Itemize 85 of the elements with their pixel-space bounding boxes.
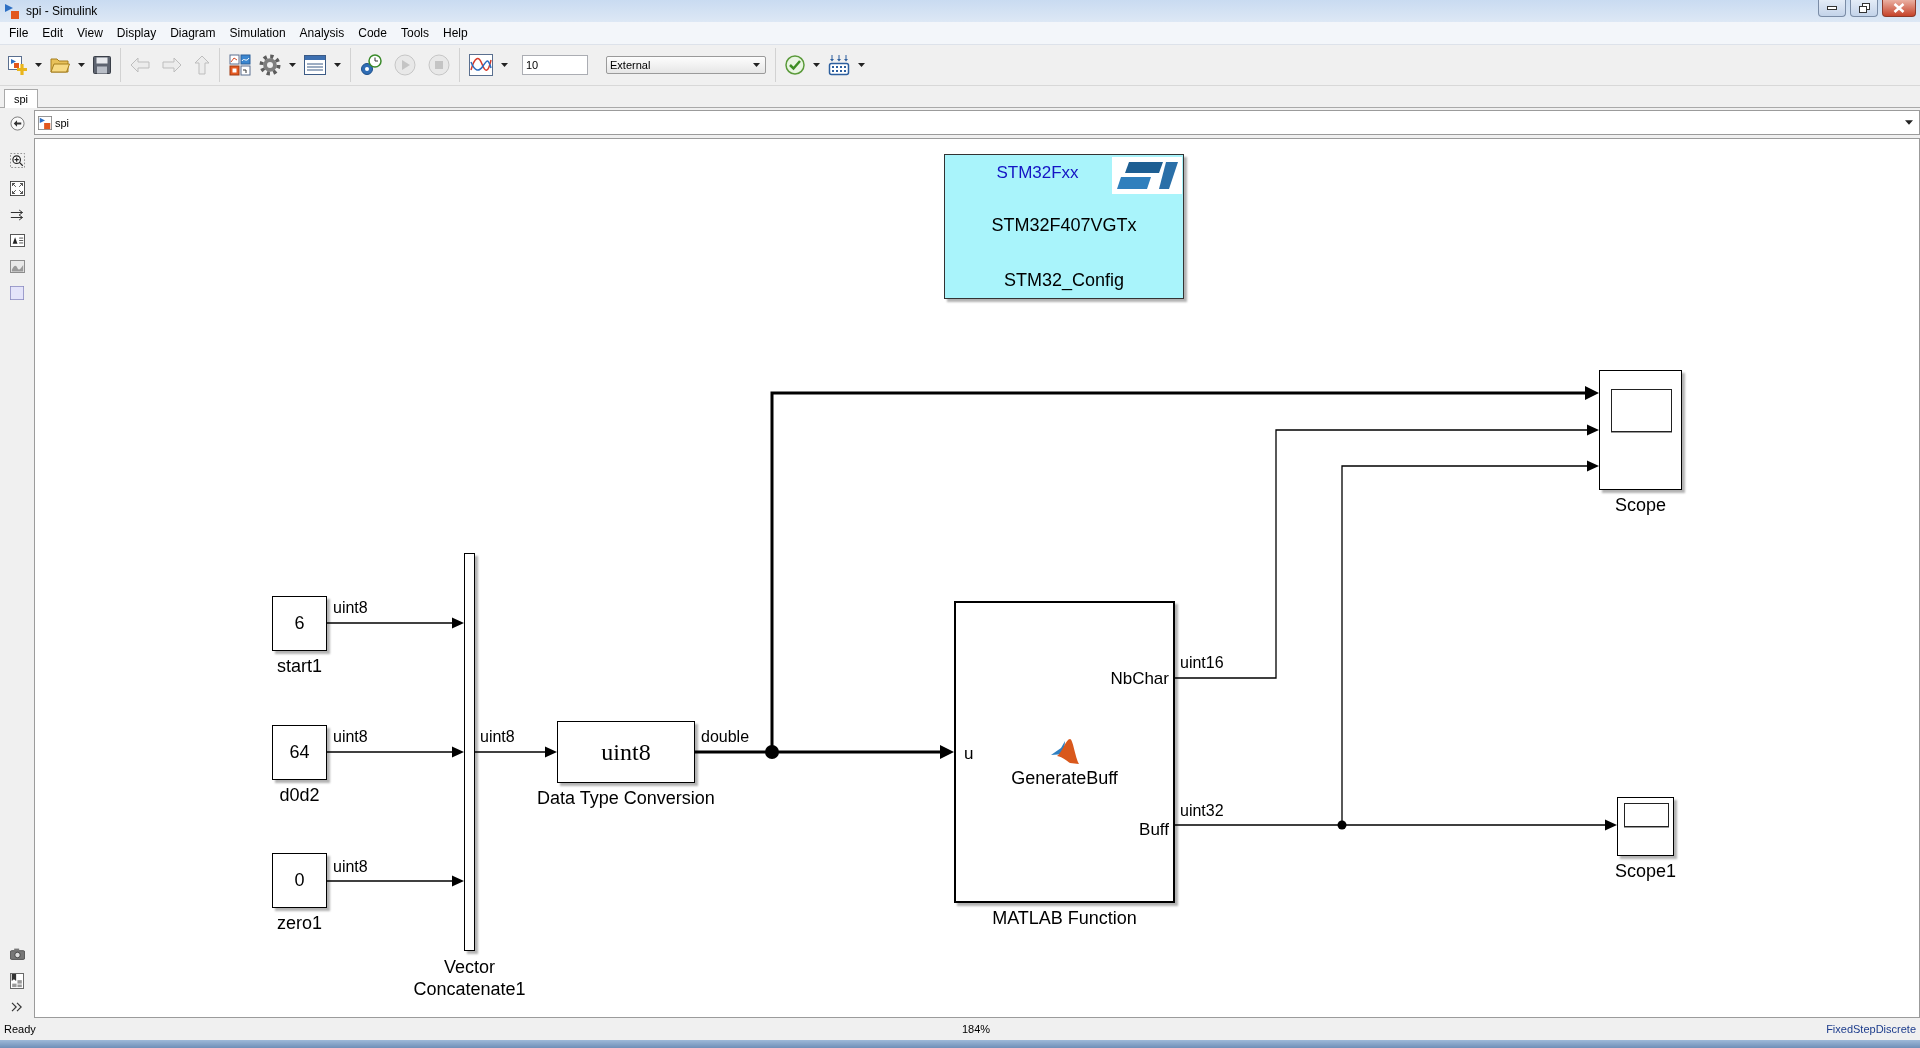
text-box-icon[interactable]: [9, 234, 25, 247]
solver-link[interactable]: FixedStepDiscrete: [1826, 1023, 1916, 1035]
menu-item[interactable]: Analysis: [292, 24, 352, 42]
signal-label: uint8: [333, 599, 368, 617]
clock-icon[interactable]: [360, 54, 382, 76]
restore-icon: [1858, 3, 1870, 13]
restore-button[interactable]: [1850, 0, 1878, 17]
signal-label: uint8: [333, 858, 368, 876]
stop-time-field[interactable]: 10: [522, 55, 588, 75]
port-label: u: [964, 744, 974, 764]
block-name: Scope: [1615, 495, 1666, 516]
save-icon[interactable]: [93, 56, 111, 74]
library-icon[interactable]: [229, 54, 251, 76]
model-icon: [38, 115, 52, 130]
constant-block: 64: [272, 725, 327, 780]
model-icon: [4, 3, 20, 19]
signal-label: uint8: [333, 728, 368, 746]
family-label: STM32Fxx: [995, 163, 1080, 183]
caret-icon[interactable]: [813, 63, 820, 67]
image-icon[interactable]: [9, 260, 25, 273]
back-icon[interactable]: [9, 115, 25, 131]
camera-icon[interactable]: [9, 948, 25, 960]
membrane-icon: [1049, 737, 1080, 766]
fit-view-icon[interactable]: [9, 181, 25, 196]
folder-icon[interactable]: [50, 57, 70, 73]
constant-block: 0: [272, 853, 327, 908]
close-button[interactable]: [1882, 0, 1916, 17]
chart-icon[interactable]: [469, 54, 493, 76]
caret-icon: [753, 63, 760, 67]
block-name: Data Type Conversion: [537, 788, 715, 809]
block-name: STM32_Config: [1003, 270, 1125, 291]
address-bar[interactable]: spi: [34, 110, 1920, 135]
menu-item[interactable]: Tools: [393, 24, 436, 42]
block-name: Scope1: [1614, 861, 1677, 882]
caret-icon[interactable]: [334, 63, 341, 67]
signal-label: uint8: [480, 728, 515, 746]
caret-icon[interactable]: [35, 63, 42, 67]
menu-item[interactable]: Edit: [35, 24, 71, 42]
minimize-button[interactable]: [1818, 0, 1846, 17]
breadcrumb-link[interactable]: spi: [55, 116, 70, 129]
caret-icon[interactable]: [858, 63, 865, 67]
menu-item[interactable]: Help: [435, 24, 475, 42]
close-icon: [1893, 3, 1905, 13]
function-title: GenerateBuff: [1011, 767, 1118, 789]
menu-item[interactable]: View: [70, 24, 110, 42]
check-icon[interactable]: [785, 55, 805, 75]
minimize-icon: [1827, 6, 1837, 10]
port-label: Buff: [1139, 819, 1169, 840]
double-chevron-icon[interactable]: [11, 1002, 23, 1012]
block-name: d0d2: [279, 785, 320, 806]
double-arrow-icon[interactable]: [9, 209, 25, 221]
caret-icon[interactable]: [289, 63, 296, 67]
caret-icon[interactable]: [501, 63, 508, 67]
menu-item[interactable]: File: [2, 24, 36, 42]
port-label: NbChar: [1110, 668, 1169, 689]
simulation-mode-dropdown[interactable]: External: [606, 56, 766, 74]
gear-icon[interactable]: [259, 54, 281, 76]
conversion-block: uint8: [557, 721, 695, 783]
caret-icon[interactable]: [1905, 120, 1913, 125]
status-text: Ready: [4, 1023, 37, 1035]
constant-block: 6: [272, 596, 327, 651]
zoom-level: 184%: [961, 1023, 991, 1035]
caret-icon[interactable]: [78, 63, 85, 67]
logo-icon: [1112, 157, 1182, 194]
signal-label: uint16: [1180, 654, 1224, 672]
device-label: STM32F407VGTx: [991, 215, 1137, 236]
window-list-icon[interactable]: [304, 55, 326, 75]
block-name: MATLAB Function: [992, 908, 1137, 929]
screen-icon: [1611, 389, 1672, 432]
block-name: Vector Concatenate1: [412, 956, 527, 1000]
menu-item[interactable]: Diagram: [163, 24, 223, 42]
screen-icon: [1624, 803, 1669, 827]
signal-label: uint32: [1180, 802, 1224, 820]
zoom-in-icon[interactable]: [9, 153, 25, 168]
block-name: start1: [277, 656, 322, 677]
menu-item[interactable]: Code: [351, 24, 394, 42]
page-bookmark-icon[interactable]: [10, 973, 24, 989]
window-title: spi - Simulink: [26, 4, 98, 18]
signal-label: double: [701, 728, 750, 746]
block-name: zero1: [277, 913, 322, 934]
menu-item[interactable]: Display: [109, 24, 164, 42]
menu-item[interactable]: Simulation: [222, 24, 293, 42]
grid-arrows-icon[interactable]: [828, 54, 850, 76]
tab[interactable]: spi: [4, 89, 39, 108]
new-model-icon[interactable]: [7, 55, 27, 75]
